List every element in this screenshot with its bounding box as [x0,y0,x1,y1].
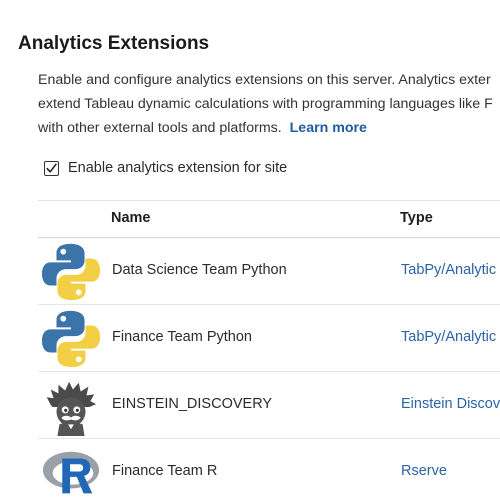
description-line-3-text: with other external tools and platforms. [38,120,282,136]
extension-name: Finance Team Python [112,329,252,345]
einstein-icon [46,381,97,436]
table-header: Name Type [38,200,500,238]
analytics-extensions-page: Analytics Extensions Enable and configur… [0,0,500,500]
python-icon [41,243,101,301]
extension-type-link[interactable]: Einstein Discov [401,396,500,412]
enable-extension-checkbox[interactable] [44,160,59,176]
checkmark-icon [46,163,57,173]
extension-type-link[interactable]: TabPy/Analytic [401,329,496,345]
page-title: Analytics Extensions [18,33,210,54]
column-header-name[interactable]: Name [111,210,151,226]
description-line-2: extend Tableau dynamic calculations with… [38,96,493,112]
extension-name: Data Science Team Python [112,262,287,278]
enable-extension-label: Enable analytics extension for site [68,160,288,176]
description-line-1: Enable and configure analytics extension… [38,72,491,88]
table-row[interactable]: Data Science Team Python TabPy/Analytic [38,238,500,305]
table-row[interactable]: Finance Team R Rserve [38,439,500,500]
table-row[interactable]: EINSTEIN_DISCOVERY Einstein Discov [38,372,500,439]
description-line-3: with other external tools and platforms.… [38,116,500,140]
r-logo-icon [42,451,100,494]
extension-name: Finance Team R [112,463,218,479]
table-row[interactable]: Finance Team Python TabPy/Analytic [38,305,500,372]
page-description: Enable and configure analytics extension… [38,68,500,140]
extensions-table: Name Type Data Science Team Python TabPy… [38,200,500,500]
python-icon [41,310,101,368]
learn-more-link[interactable]: Learn more [290,120,367,136]
column-header-type[interactable]: Type [400,210,433,226]
enable-extension-row: Enable analytics extension for site [44,160,287,176]
extension-name: EINSTEIN_DISCOVERY [112,396,273,412]
extension-type-link[interactable]: Rserve [401,463,447,479]
extension-type-link[interactable]: TabPy/Analytic [401,262,496,278]
